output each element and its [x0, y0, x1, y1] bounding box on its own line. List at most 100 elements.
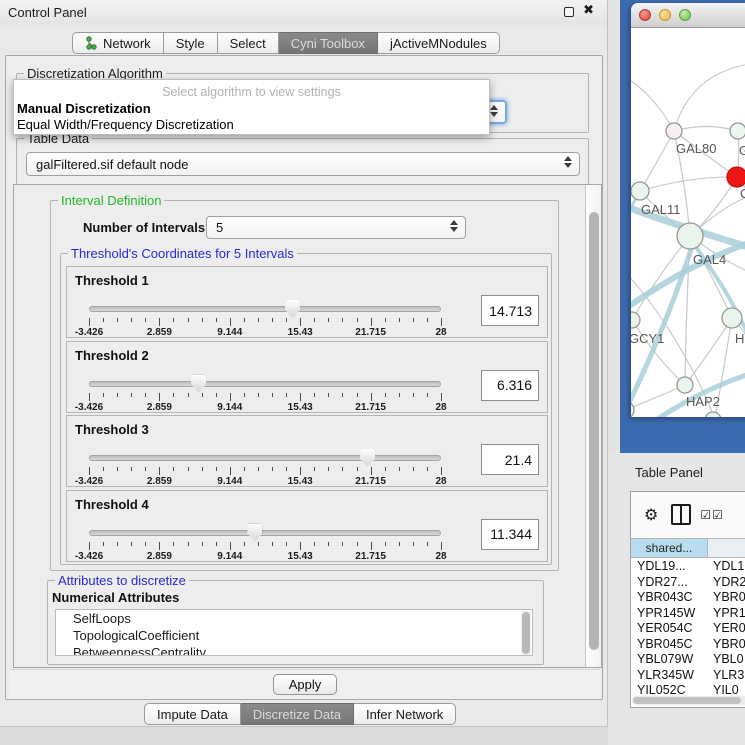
list-scrollbar[interactable] [521, 611, 531, 655]
thresholds-coordinates-group: Threshold's Coordinates for 5 Intervals … [60, 253, 552, 565]
network-node[interactable] [705, 412, 721, 417]
threshold-slider[interactable]: -3.4262.8599.14415.4321.71528 [89, 523, 441, 561]
scrollbar-thumb[interactable] [589, 212, 599, 650]
tab-cyni-toolbox[interactable]: Cyni Toolbox [279, 32, 378, 54]
tab-select[interactable]: Select [218, 32, 279, 54]
tab-jactivemnodules[interactable]: jActiveMNodules [378, 32, 500, 54]
slider-thumb[interactable] [247, 524, 262, 542]
network-node-gcy1[interactable] [631, 312, 640, 328]
apply-button[interactable]: Apply [273, 674, 337, 695]
scrollbar-thumb[interactable] [633, 697, 741, 704]
threshold-value-field[interactable]: 6.316 [481, 370, 539, 401]
column-header[interactable]: shared... [631, 539, 708, 557]
number-of-intervals-value: 5 [216, 220, 223, 235]
slider-tick-labels: -3.4262.8599.14415.4321.71528 [89, 402, 441, 413]
slider-thumb[interactable] [285, 300, 300, 318]
table-row[interactable]: YDL19...YDL1 [631, 559, 745, 575]
attribute-list-item[interactable]: TopologicalCoefficient [56, 627, 532, 644]
numerical-attributes-list[interactable]: SelfLoopsTopologicalCoefficientBetweenne… [55, 609, 533, 656]
threshold-value-field[interactable]: 21.4 [481, 444, 539, 475]
attribute-list-item[interactable]: SelfLoops [56, 610, 532, 627]
table-row[interactable]: YDR27...YDR2 [631, 575, 745, 591]
cell-shared-name: YER054C [631, 621, 708, 637]
table-row[interactable]: YBR043CYBR0 [631, 590, 745, 606]
tick-label: 2.859 [147, 476, 172, 487]
network-edge[interactable] [631, 73, 674, 131]
threshold-label: Threshold 3 [75, 422, 149, 437]
table-row[interactable]: YBL079WYBL0 [631, 652, 745, 668]
numerical-attributes-label: Numerical Attributes [52, 590, 179, 605]
tab-network[interactable]: Network [72, 32, 164, 54]
column-header[interactable]: na [708, 539, 745, 557]
network-edge[interactable] [674, 127, 738, 132]
vertical-scrollbar[interactable] [585, 185, 601, 667]
tick-label: 9.144 [217, 551, 242, 562]
network-edge[interactable] [640, 177, 737, 191]
zoom-button[interactable] [679, 9, 691, 21]
slider-tick-labels: -3.4262.8599.14415.4321.71528 [89, 476, 441, 487]
table-row[interactable]: YBR045CYBR0 [631, 637, 745, 653]
cell-shared-name: YDR27... [631, 575, 708, 591]
split-column-icon[interactable] [671, 504, 691, 525]
table-row[interactable]: YLR345WYLR3 [631, 668, 745, 684]
close-panel-icon[interactable]: ✖ [583, 3, 594, 18]
scrollbar-thumb[interactable] [522, 612, 530, 654]
network-edge[interactable] [640, 131, 674, 191]
network-edge[interactable] [674, 63, 745, 131]
number-of-intervals-combobox[interactable]: 5 [206, 216, 466, 239]
network-node-gal4[interactable] [677, 223, 703, 249]
attribute-list-item[interactable]: BetweennessCentrality [56, 644, 532, 656]
table-body: YDL19...YDL1YDR27...YDR2YBR043CYBR0YPR14… [631, 559, 745, 699]
network-node-ga[interactable] [730, 123, 745, 139]
settings-scroll-panel: Interval Definition Number of Intervals … [13, 184, 602, 668]
slider-track [89, 381, 441, 387]
bottom-strip [0, 726, 608, 745]
close-button[interactable] [639, 9, 651, 21]
threshold-slider[interactable]: -3.4262.8599.14415.4321.71528 [89, 299, 441, 337]
network-canvas[interactable]: GAL80GACGAL11GAL4GCY1HHAP2 [631, 28, 745, 417]
minimize-button[interactable] [659, 9, 671, 21]
tick-label: 21.715 [355, 402, 386, 413]
cell-shared-name: YBR045C [631, 637, 708, 653]
interval-definition-group: Interval Definition Number of Intervals … [50, 200, 559, 571]
algorithm-menu-item[interactable]: Equal Width/Frequency Discretization [17, 117, 234, 132]
slider-tick-labels: -3.4262.8599.14415.4321.71528 [89, 327, 441, 338]
threshold-slider[interactable]: -3.4262.8599.14415.4321.71528 [89, 448, 441, 486]
threshold-value-field[interactable]: 11.344 [481, 519, 539, 550]
node-label: GAL11 [641, 202, 681, 217]
checkbox-icons[interactable]: ☑☑ [700, 508, 724, 522]
table-panel-region: Table Panel ⚙ ☑☑ shared... na YDL19...YD… [608, 453, 745, 745]
tab-discretize-data[interactable]: Discretize Data [241, 703, 354, 725]
threshold-panel: Threshold 4-3.4262.8599.14415.4321.71528… [66, 490, 548, 562]
network-node-h[interactable] [722, 308, 742, 328]
tab-impute-data[interactable]: Impute Data [144, 703, 241, 725]
threshold-label: Threshold 4 [75, 497, 149, 512]
threshold-slider[interactable]: -3.4262.8599.14415.4321.71528 [89, 374, 441, 412]
network-node-gal80[interactable] [666, 123, 682, 139]
network-node-gal11[interactable] [631, 182, 649, 200]
algorithm-menu-item[interactable]: Manual Discretization [17, 101, 151, 116]
network-edge[interactable] [685, 318, 732, 385]
spinner-arrows-icon [450, 220, 458, 232]
horizontal-scrollbar[interactable] [632, 696, 745, 705]
table-data-combobox[interactable]: galFiltered.sif default node [26, 152, 580, 176]
network-node[interactable] [631, 401, 634, 417]
slider-thumb[interactable] [191, 375, 206, 393]
tab-infer-network[interactable]: Infer Network [354, 703, 456, 725]
cell-name: YDL1 [708, 559, 745, 575]
tick-label: 28 [435, 402, 446, 413]
threshold-value-field[interactable]: 14.713 [481, 295, 539, 326]
network-node-hap2[interactable] [677, 377, 693, 393]
tick-label: -3.426 [75, 402, 103, 413]
table-row[interactable]: YER054CYER0 [631, 621, 745, 637]
slider-thumb[interactable] [360, 449, 375, 467]
gear-icon[interactable]: ⚙ [644, 505, 658, 524]
cell-name: YBR0 [708, 637, 745, 653]
tick-label: 2.859 [147, 551, 172, 562]
cell-name: YBL0 [708, 652, 745, 668]
tab-style[interactable]: Style [164, 32, 218, 54]
float-panel-icon[interactable] [564, 7, 574, 17]
table-header-row: shared... na [631, 538, 745, 558]
network-node-c[interactable] [727, 167, 745, 187]
table-row[interactable]: YPR145WYPR1 [631, 606, 745, 622]
